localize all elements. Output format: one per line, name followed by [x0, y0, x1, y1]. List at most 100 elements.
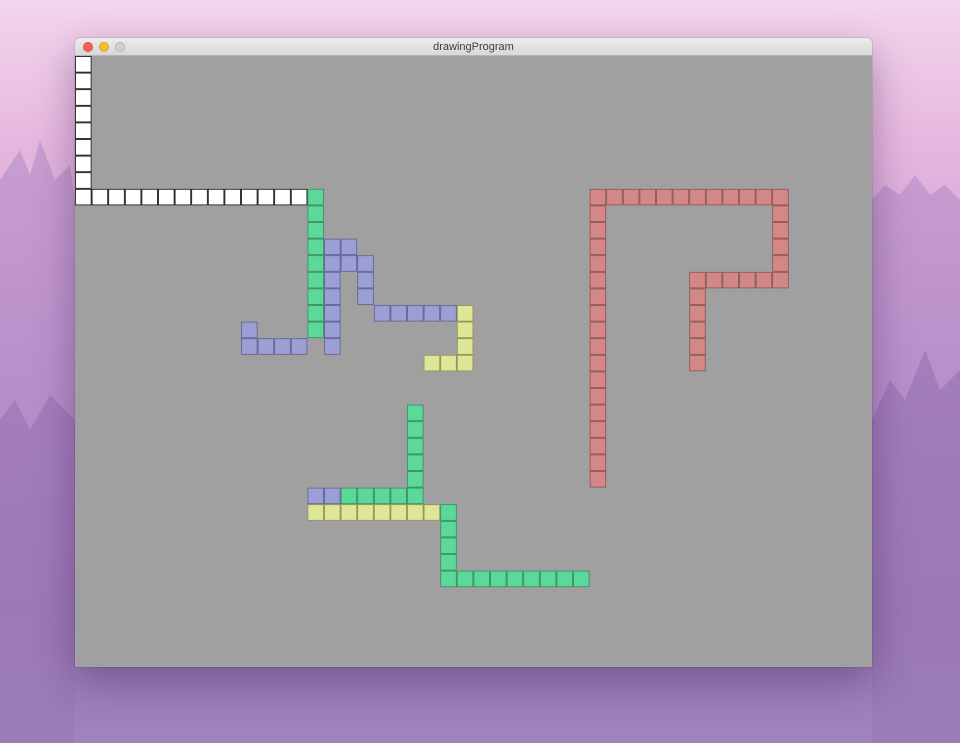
grid-cell	[191, 188, 208, 206]
grid-cell	[672, 188, 690, 206]
grid-cell	[772, 255, 789, 272]
grid-cell	[91, 188, 109, 206]
grid-cell	[622, 188, 640, 206]
grid-cell	[589, 305, 607, 322]
grid-cell	[589, 338, 607, 355]
grid-cell	[589, 404, 607, 422]
grid-cell	[75, 72, 92, 90]
grid-cell	[324, 288, 341, 305]
grid-cell	[257, 338, 275, 355]
grid-cell	[705, 271, 723, 289]
grid-cell	[390, 305, 407, 322]
grid-cell	[307, 188, 324, 206]
grid-cell	[373, 305, 391, 322]
grid-cell	[75, 105, 92, 123]
grid-cell	[456, 354, 474, 372]
grid-cell	[456, 321, 474, 339]
grid-cell	[290, 338, 308, 355]
grid-cell	[440, 554, 457, 571]
grid-cell	[307, 205, 324, 222]
grid-cell	[307, 288, 324, 305]
grid-cell	[75, 172, 92, 189]
grid-cell	[324, 271, 341, 289]
grid-cell	[75, 188, 92, 206]
grid-cell	[340, 504, 358, 521]
grid-cell	[689, 354, 706, 372]
grid-cell	[473, 570, 490, 588]
grid-cell	[423, 504, 441, 521]
grid-cell	[307, 487, 324, 505]
grid-cell	[440, 520, 457, 538]
drawing-grid[interactable]	[75, 56, 872, 667]
grid-cell	[158, 188, 175, 206]
grid-cell	[589, 321, 607, 339]
grid-cell	[357, 504, 374, 521]
grid-cell	[407, 421, 424, 438]
grid-cell	[207, 188, 225, 206]
grid-cell	[689, 321, 706, 339]
grid-cell	[373, 504, 391, 521]
grid-cell	[307, 255, 324, 272]
grid-cell	[589, 354, 607, 372]
grid-cell	[772, 222, 789, 239]
grid-cell	[407, 454, 424, 471]
grid-cell	[656, 188, 673, 206]
grid-cell	[556, 570, 573, 588]
grid-cell	[589, 255, 607, 272]
grid-cell	[772, 188, 789, 206]
grid-cell	[739, 271, 756, 289]
grid-cell	[689, 271, 706, 289]
grid-cell	[490, 570, 507, 588]
grid-cell	[307, 504, 324, 521]
grid-cell	[241, 338, 258, 355]
grid-cell	[589, 437, 607, 455]
window-title: drawingProgram	[433, 41, 514, 53]
stroke-3	[241, 238, 457, 355]
grid-cell	[755, 271, 773, 289]
grid-cell	[639, 188, 656, 206]
grid-cell	[274, 188, 291, 206]
title-bar[interactable]: drawingProgram	[75, 38, 872, 56]
grid-cell	[456, 338, 474, 355]
grid-cell	[357, 487, 374, 505]
grid-cell	[257, 188, 275, 206]
grid-cell	[307, 222, 324, 239]
grid-cell	[324, 338, 341, 355]
grid-cell	[573, 570, 590, 588]
grid-cell	[739, 188, 756, 206]
stroke-1	[75, 56, 308, 206]
grid-cell	[174, 188, 192, 206]
grid-cell	[689, 188, 706, 206]
grid-cell	[705, 188, 723, 206]
grid-cell	[423, 305, 441, 322]
grid-cell	[589, 188, 607, 206]
grid-cell	[589, 222, 607, 239]
grid-cell	[307, 305, 324, 322]
grid-cell	[606, 188, 623, 206]
grid-cell	[506, 570, 524, 588]
grid-cell	[390, 487, 407, 505]
grid-cell	[689, 288, 706, 305]
grid-cell	[340, 238, 358, 256]
grid-cell	[241, 321, 258, 339]
grid-cell	[722, 271, 739, 289]
grid-cell	[307, 321, 324, 339]
stroke-6	[340, 404, 424, 505]
grid-cell	[75, 155, 92, 173]
grid-cell	[324, 321, 341, 339]
grid-cell	[357, 288, 374, 305]
drawing-canvas[interactable]	[75, 56, 872, 667]
grid-cell	[390, 504, 407, 521]
grid-cell	[589, 205, 607, 222]
grid-cell	[589, 371, 607, 388]
stroke-7	[307, 487, 341, 505]
grid-cell	[440, 305, 457, 322]
grid-cell	[440, 504, 457, 521]
stroke-2	[307, 188, 324, 339]
grid-cell	[440, 537, 457, 554]
grid-cell	[75, 56, 92, 73]
grid-cell	[324, 238, 341, 256]
grid-cell	[307, 271, 324, 289]
grid-cell	[274, 338, 291, 355]
stroke-5	[589, 188, 789, 488]
